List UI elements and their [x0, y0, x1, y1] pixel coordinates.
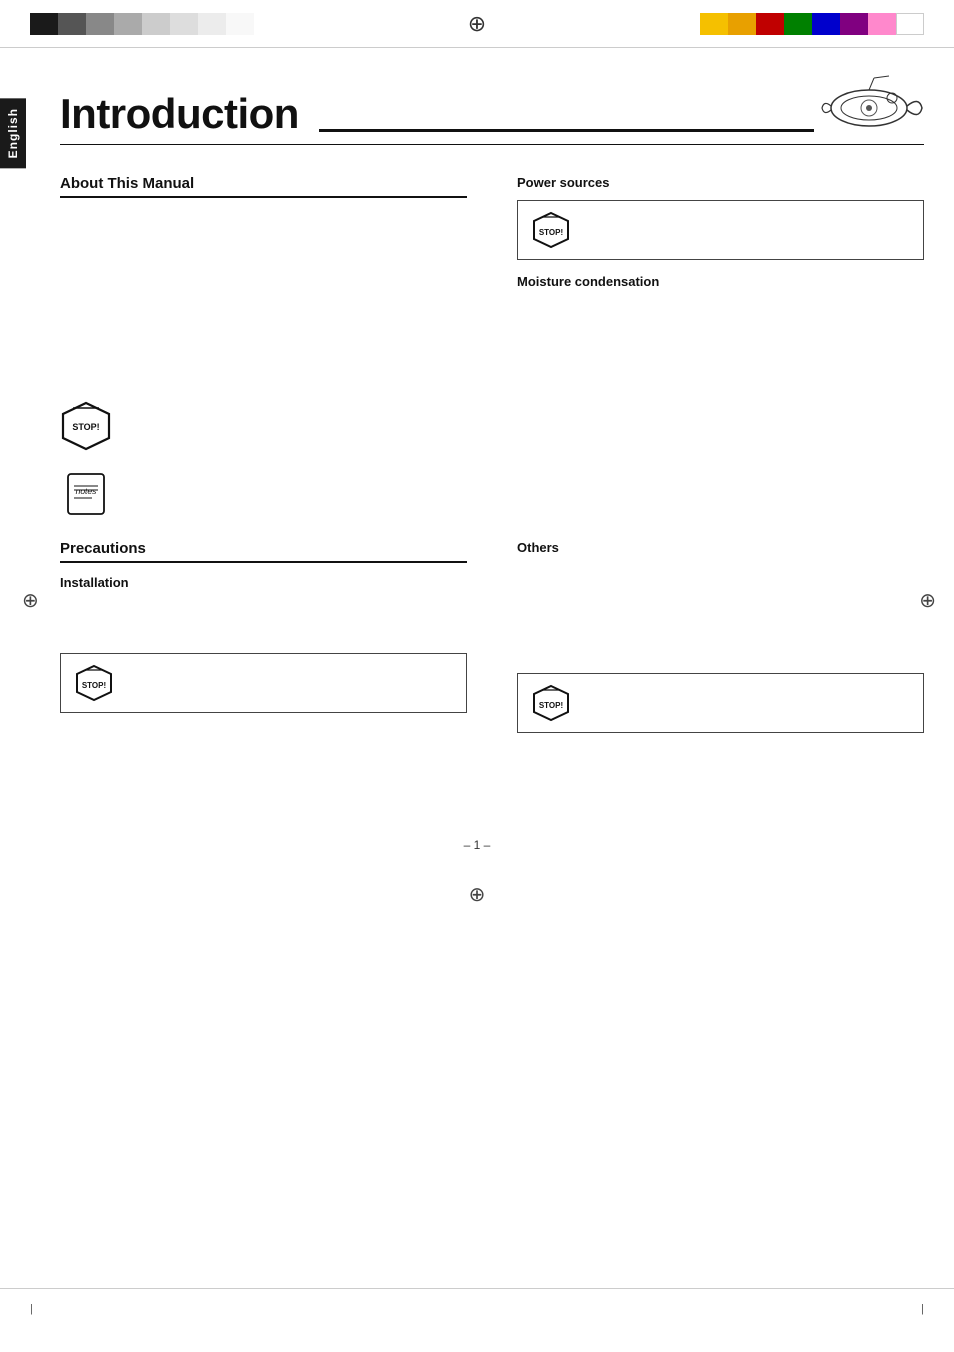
- crosshair-bottom-center: ⊕: [469, 884, 486, 906]
- top-bar: ⊕: [0, 0, 954, 48]
- swatch: [840, 13, 868, 35]
- device-image: [814, 68, 924, 138]
- svg-text:STOP!: STOP!: [72, 422, 99, 432]
- installation-text4: [60, 751, 467, 769]
- installation-warning-box: STOP!: [60, 653, 467, 713]
- installation-heading: Installation: [60, 575, 467, 590]
- svg-text:STOP!: STOP!: [539, 701, 563, 710]
- title-rule: [60, 144, 924, 145]
- stop-icon-others: STOP!: [532, 684, 570, 722]
- installation-text2: [60, 625, 467, 643]
- swatch: [86, 13, 114, 35]
- moisture-text3: [517, 352, 924, 370]
- moisture-heading: Moisture condensation: [517, 274, 924, 289]
- swatch: [700, 13, 728, 35]
- bottom-left-line: |: [30, 1303, 33, 1315]
- installation-text3: [60, 723, 467, 741]
- about-manual-text: [60, 210, 467, 228]
- stop-icon-row: STOP!: [60, 400, 954, 452]
- swatch: [198, 13, 226, 35]
- title-row: Introduction: [0, 68, 954, 138]
- moisture-text2: [517, 325, 924, 343]
- svg-text:STOP!: STOP!: [539, 228, 563, 237]
- swatch: [170, 13, 198, 35]
- swatch: [226, 13, 254, 35]
- about-manual-text2: [60, 238, 467, 256]
- icons-section: STOP! notes: [0, 400, 954, 520]
- others-right: Others STOP!: [497, 540, 924, 778]
- bottom-bar: | |: [0, 1288, 954, 1328]
- crosshair-left: ⊕: [22, 588, 39, 613]
- others-warning-box: STOP!: [517, 673, 924, 733]
- swatch: [728, 13, 756, 35]
- stop-icon: STOP!: [532, 211, 570, 249]
- swatch: [114, 13, 142, 35]
- swatch: [30, 13, 58, 35]
- language-tab: English: [0, 98, 26, 168]
- others-text: [517, 563, 924, 581]
- precautions-left: Precautions Installation STOP!: [60, 540, 497, 778]
- others-text4: [517, 646, 924, 664]
- svg-text:STOP!: STOP!: [82, 681, 106, 690]
- left-column: About This Manual: [60, 175, 497, 380]
- swatch: [896, 13, 924, 35]
- about-manual-heading: About This Manual: [60, 175, 467, 198]
- installation-text: [60, 598, 467, 616]
- crosshair-right: ⊕: [919, 588, 936, 613]
- right-column: Power sources STOP! Moisture condensatio…: [497, 175, 924, 380]
- crosshair-top-center: ⊕: [468, 11, 486, 37]
- swatch: [58, 13, 86, 35]
- stop-icon-installation: STOP!: [75, 664, 113, 702]
- swatch: [756, 13, 784, 35]
- color-strip-right: [700, 13, 924, 35]
- page-number: – 1 –: [0, 838, 954, 872]
- precautions-heading: Precautions: [60, 540, 467, 563]
- svg-text:notes: notes: [76, 486, 98, 496]
- moisture-text: [517, 297, 924, 315]
- others-text2: [517, 590, 924, 608]
- bottom-crosshair-wrapper: ⊕: [0, 882, 954, 907]
- others-heading: Others: [517, 540, 924, 555]
- bottom-right-line: |: [921, 1303, 924, 1315]
- color-strip-left: [30, 13, 254, 35]
- main-content: About This Manual Power sources STOP!: [0, 175, 954, 380]
- swatch: [868, 13, 896, 35]
- page-title: Introduction: [60, 90, 299, 138]
- title-underline: [319, 123, 814, 132]
- notes-icon-row: notes: [60, 468, 954, 520]
- swatch: [812, 13, 840, 35]
- power-sources-heading: Power sources: [517, 175, 924, 190]
- swatch: [142, 13, 170, 35]
- power-sources-warning-box: STOP!: [517, 200, 924, 260]
- precautions-content: Precautions Installation STOP! Others: [0, 540, 954, 778]
- others-text3: [517, 618, 924, 636]
- swatch: [784, 13, 812, 35]
